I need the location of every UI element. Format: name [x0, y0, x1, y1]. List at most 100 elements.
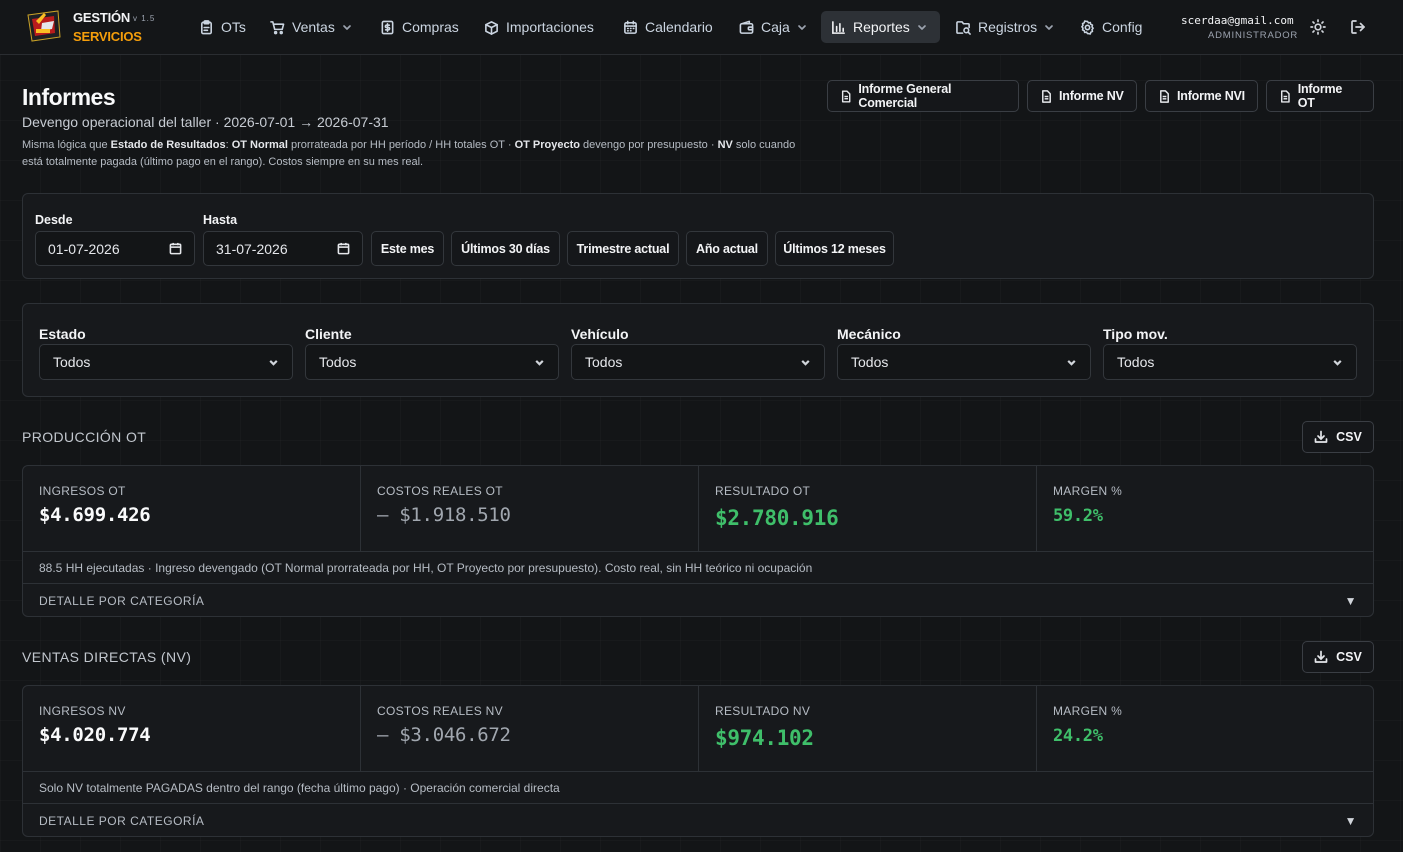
document-icon	[1042, 89, 1051, 103]
select-value: Todos	[585, 354, 623, 370]
button-label: CSV	[1336, 430, 1362, 444]
nav-item-label: Calendario	[645, 19, 713, 35]
gear-icon	[1081, 19, 1094, 35]
nav-item-label: Config	[1102, 19, 1143, 35]
nav-item-calendario[interactable]: Calendario	[613, 11, 723, 43]
csv-export-nv-button[interactable]: CSV	[1302, 641, 1374, 673]
metric-value: 59.2%	[1053, 506, 1103, 526]
nav-item-label: Caja	[761, 19, 790, 35]
vehiculo-select[interactable]: Todos	[571, 344, 825, 380]
metric-label: MARGEN %	[1053, 484, 1123, 498]
triangle-down-icon: ▼	[1344, 593, 1357, 608]
nav-item-label: Ventas	[292, 19, 335, 35]
nav-item-config[interactable]: Config	[1070, 11, 1152, 43]
chevron-down-icon	[917, 25, 926, 30]
from-label: Desde	[35, 213, 73, 227]
informe-nv-button[interactable]: Informe NV	[1027, 80, 1137, 112]
informe-general-comercial-button[interactable]: Informe General Comercial	[827, 80, 1019, 112]
metric-value: – $3.046.672	[377, 724, 511, 746]
calendar-icon[interactable]	[169, 242, 182, 255]
chevron-down-icon	[1067, 359, 1076, 366]
document-icon	[1160, 89, 1169, 103]
cliente-select[interactable]: Todos	[305, 344, 559, 380]
nav-item-importaciones[interactable]: Importaciones	[474, 11, 604, 43]
nav-item-caja[interactable]: Caja	[729, 11, 817, 43]
nav-item-label: OTs	[221, 19, 246, 35]
metric-ingresos-nv: INGRESOS NV $4.020.774	[23, 686, 361, 771]
metric-margen-ot: MARGEN % 59.2%	[1037, 466, 1373, 551]
brand-version: v 1.5	[133, 14, 156, 23]
filter-label-vehiculo: Vehículo	[571, 326, 629, 342]
metric-value: $4.020.774	[39, 724, 151, 746]
select-value: Todos	[1117, 354, 1155, 370]
chevron-down-icon	[1045, 25, 1053, 30]
cart-icon	[270, 20, 285, 34]
metric-margen-nv: MARGEN % 24.2%	[1037, 686, 1373, 771]
brand-logo-icon[interactable]	[24, 9, 64, 43]
chevron-down-icon	[801, 359, 810, 366]
tipo-mov-select[interactable]: Todos	[1103, 344, 1357, 380]
date-range-panel: Desde 01-07-2026 Hasta 31-07-2026 Este m…	[22, 193, 1374, 279]
nav-item-ots[interactable]: OTs	[189, 11, 256, 43]
quick-este-mes-button[interactable]: Este mes	[371, 231, 444, 266]
metric-value: – $1.918.510	[377, 504, 511, 526]
nav-item-label: Compras	[402, 19, 459, 35]
button-label: Informe NV	[1059, 89, 1124, 103]
nav-item-registros[interactable]: Registros	[946, 11, 1064, 43]
download-icon	[1314, 650, 1328, 663]
detalle-por-categoria-ot-toggle[interactable]: DETALLE POR CATEGORÍA ▼	[23, 584, 1373, 617]
nav-item-ventas[interactable]: Ventas	[260, 11, 362, 43]
page-description: Misma lógica que Estado de Resultados: O…	[22, 139, 796, 168]
filter-label-tipo-mov: Tipo mov.	[1103, 326, 1168, 342]
user-role: ADMINISTRADOR	[1208, 30, 1299, 41]
detalle-por-categoria-nv-toggle[interactable]: DETALLE POR CATEGORÍA ▼	[23, 804, 1373, 837]
bar-chart-icon	[832, 20, 845, 34]
estado-select[interactable]: Todos	[39, 344, 293, 380]
top-navbar: GESTIÓN v 1.5 SERVICIOS OTs Ventas Compr…	[0, 0, 1403, 55]
mecanico-select[interactable]: Todos	[837, 344, 1091, 380]
quick-ultimos-12-meses-button[interactable]: Últimos 12 meses	[775, 231, 894, 266]
chevron-down-icon	[269, 359, 278, 366]
button-label: Informe OT	[1297, 82, 1343, 110]
metric-label: INGRESOS OT	[39, 484, 126, 498]
metric-resultado-nv: RESULTADO NV $974.102	[699, 686, 1037, 771]
section-title-produccion-ot: PRODUCCIÓN OT	[22, 429, 147, 445]
theme-toggle-button[interactable]	[1308, 17, 1328, 37]
nav-item-label: Reportes	[853, 19, 910, 35]
to-date-value: 31-07-2026	[216, 240, 288, 257]
sun-icon	[1310, 19, 1326, 35]
page-title: Informes	[22, 84, 116, 110]
dollar-doc-icon	[381, 20, 394, 34]
nav-item-label: Registros	[978, 19, 1038, 35]
filter-label-estado: Estado	[39, 326, 86, 342]
quick-ano-actual-button[interactable]: Año actual	[686, 231, 768, 266]
quick-ultimos-30-dias-button[interactable]: Últimos 30 días	[451, 231, 560, 266]
to-date-input[interactable]: 31-07-2026	[203, 231, 363, 266]
select-value: Todos	[53, 354, 91, 370]
logout-button[interactable]	[1348, 17, 1368, 37]
brand-subname: SERVICIOS	[73, 29, 142, 44]
csv-export-ot-button[interactable]: CSV	[1302, 421, 1374, 453]
metric-label: MARGEN %	[1053, 704, 1123, 718]
from-date-input[interactable]: 01-07-2026	[35, 231, 195, 266]
detail-label: DETALLE POR CATEGORÍA	[39, 593, 205, 608]
metric-label: INGRESOS NV	[39, 704, 126, 718]
filters-panel: Estado Todos Cliente Todos Vehículo Todo…	[22, 303, 1374, 397]
metric-value: $4.699.426	[39, 504, 151, 526]
quick-trimestre-actual-button[interactable]: Trimestre actual	[567, 231, 679, 266]
card-note: 88.5 HH ejecutadas · Ingreso devengado (…	[23, 551, 1373, 584]
card-note: Solo NV totalmente PAGADAS dentro del ra…	[23, 771, 1373, 804]
brand-name: GESTIÓN	[73, 10, 131, 25]
nav-item-reportes[interactable]: Reportes	[821, 11, 940, 43]
nav-item-compras[interactable]: Compras	[370, 11, 469, 43]
calendar-icon[interactable]	[337, 242, 350, 255]
nav-item-label: Importaciones	[506, 19, 594, 35]
package-icon	[485, 20, 498, 35]
produccion-ot-card: INGRESOS OT $4.699.426 COSTOS REALES OT …	[22, 465, 1374, 617]
triangle-down-icon: ▼	[1344, 813, 1357, 828]
detail-label: DETALLE POR CATEGORÍA	[39, 813, 205, 828]
page-subtitle: Devengo operacional del taller · 2026-07…	[22, 114, 389, 130]
informe-ot-button[interactable]: Informe OT	[1266, 80, 1374, 112]
button-label: CSV	[1336, 650, 1362, 664]
informe-nvi-button[interactable]: Informe NVI	[1145, 80, 1258, 112]
